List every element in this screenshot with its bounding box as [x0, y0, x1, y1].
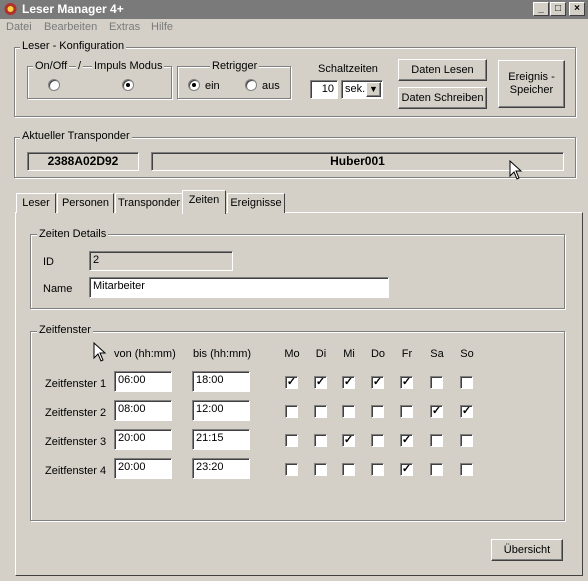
impuls-label: Impuls Modus [92, 60, 165, 72]
onoff-radio[interactable] [48, 79, 60, 91]
zeitfenster-row-label: Zeitfenster 3 [45, 436, 107, 448]
day-checkbox[interactable]: ✓ [400, 463, 413, 476]
day-checkbox[interactable] [314, 434, 327, 447]
menu-bar: Datei Bearbeiten Extras Hilfe [0, 19, 588, 37]
retrigger-aus-radio[interactable] [245, 79, 257, 91]
onoff-label: On/Off [33, 60, 70, 72]
menu-bearbeiten[interactable]: Bearbeiten [44, 21, 97, 33]
day-checkbox[interactable]: ✓ [342, 376, 355, 389]
day-checkbox[interactable] [460, 463, 473, 476]
minimize-button[interactable]: _ [533, 2, 549, 16]
zeitfenster-row-label: Zeitfenster 4 [45, 465, 107, 477]
menu-extras[interactable]: Extras [109, 21, 140, 33]
day-checkbox[interactable] [371, 463, 384, 476]
day-checkbox[interactable] [371, 434, 384, 447]
day-header-1: Di [315, 348, 327, 360]
menu-hilfe[interactable]: Hilfe [151, 21, 173, 33]
von-input[interactable]: 20:00 [114, 458, 172, 479]
schaltzeiten-label: Schaltzeiten [318, 63, 378, 75]
window-title: Leser Manager 4+ [22, 2, 124, 16]
day-checkbox[interactable] [430, 434, 443, 447]
app-icon [4, 3, 17, 15]
transponder-id: 2388A02D92 [27, 152, 139, 171]
title-bar: Leser Manager 4+ _ □ × [0, 0, 588, 19]
ereignis-speicher-button[interactable]: Ereignis - Speicher [498, 60, 565, 108]
config-group-label: Leser - Konfiguration [20, 40, 127, 52]
day-checkbox[interactable] [285, 434, 298, 447]
maximize-button[interactable]: □ [550, 2, 566, 16]
id-label: ID [43, 256, 54, 268]
day-checkbox[interactable] [342, 405, 355, 418]
transponder-group-label: Aktueller Transponder [20, 130, 132, 142]
tab-leser[interactable]: Leser [16, 193, 56, 213]
tab-ereignisse[interactable]: Ereignisse [227, 193, 285, 213]
bis-input[interactable]: 21:15 [192, 429, 250, 450]
day-header-5: Sa [430, 348, 444, 360]
day-header-0: Mo [284, 348, 300, 360]
day-checkbox[interactable] [460, 376, 473, 389]
day-checkbox[interactable]: ✓ [430, 405, 443, 418]
impuls-radio[interactable] [122, 79, 134, 91]
cursor-arrow-icon [509, 160, 523, 180]
retrigger-ein-radio[interactable] [188, 79, 200, 91]
day-checkbox[interactable] [460, 434, 473, 447]
day-checkbox[interactable]: ✓ [400, 376, 413, 389]
transponder-name: Huber001 [151, 152, 564, 171]
id-field: 2 [89, 251, 233, 271]
ereignis-line1: Ereignis - [508, 71, 555, 83]
close-button[interactable]: × [569, 2, 585, 16]
zeitfenster-label: Zeitfenster [37, 324, 93, 336]
schaltzeiten-unit-select[interactable]: sek. ▼ [341, 80, 383, 99]
uebersicht-button[interactable]: Übersicht [491, 539, 563, 561]
von-input[interactable]: 08:00 [114, 400, 172, 421]
schaltzeiten-input[interactable]: 10 [310, 80, 338, 99]
tab-transponder[interactable]: Transponder [115, 193, 183, 213]
von-input[interactable]: 20:00 [114, 429, 172, 450]
name-label: Name [43, 283, 73, 295]
daten-schreiben-button[interactable]: Daten Schreiben [398, 87, 487, 109]
daten-lesen-button[interactable]: Daten Lesen [398, 59, 487, 81]
day-checkbox[interactable]: ✓ [314, 376, 327, 389]
day-checkbox[interactable]: ✓ [460, 405, 473, 418]
retrigger-aus-label: aus [262, 80, 280, 92]
name-input[interactable]: Mitarbeiter [89, 277, 389, 298]
day-checkbox[interactable] [285, 405, 298, 418]
day-checkbox[interactable]: ✓ [371, 376, 384, 389]
zeiten-details-label: Zeiten Details [37, 228, 109, 240]
bis-input[interactable]: 18:00 [192, 371, 250, 392]
day-checkbox[interactable] [342, 463, 355, 476]
bis-input[interactable]: 12:00 [192, 400, 250, 421]
tab-zeiten[interactable]: Zeiten [182, 190, 226, 214]
zeitfenster-row-label: Zeitfenster 1 [45, 378, 107, 390]
day-header-2: Mi [343, 348, 355, 360]
col-bis-header: bis (hh:mm) [193, 348, 252, 360]
day-checkbox[interactable]: ✓ [342, 434, 355, 447]
von-input[interactable]: 06:00 [114, 371, 172, 392]
day-checkbox[interactable] [285, 463, 298, 476]
tab-personen[interactable]: Personen [57, 193, 114, 213]
zeitfenster-row-label: Zeitfenster 2 [45, 407, 107, 419]
day-checkbox[interactable] [371, 405, 384, 418]
day-checkbox[interactable] [430, 376, 443, 389]
day-header-3: Do [370, 348, 386, 360]
chevron-down-icon[interactable]: ▼ [366, 82, 381, 97]
day-checkbox[interactable]: ✓ [285, 376, 298, 389]
day-header-4: Fr [401, 348, 413, 360]
day-checkbox[interactable]: ✓ [400, 434, 413, 447]
day-checkbox[interactable] [314, 463, 327, 476]
mode-separator: / [76, 60, 84, 72]
day-checkbox[interactable] [400, 405, 413, 418]
bis-input[interactable]: 23:20 [192, 458, 250, 479]
retrigger-label: Retrigger [210, 60, 260, 72]
menu-datei[interactable]: Datei [6, 21, 32, 33]
day-checkbox[interactable] [314, 405, 327, 418]
cursor-arrow-icon [93, 342, 107, 362]
retrigger-ein-label: ein [205, 80, 220, 92]
ereignis-line2: Speicher [509, 84, 554, 96]
day-header-6: So [460, 348, 474, 360]
day-checkbox[interactable] [430, 463, 443, 476]
col-von-header: von (hh:mm) [114, 348, 176, 360]
schaltzeiten-unit-value: sek. [345, 83, 366, 95]
